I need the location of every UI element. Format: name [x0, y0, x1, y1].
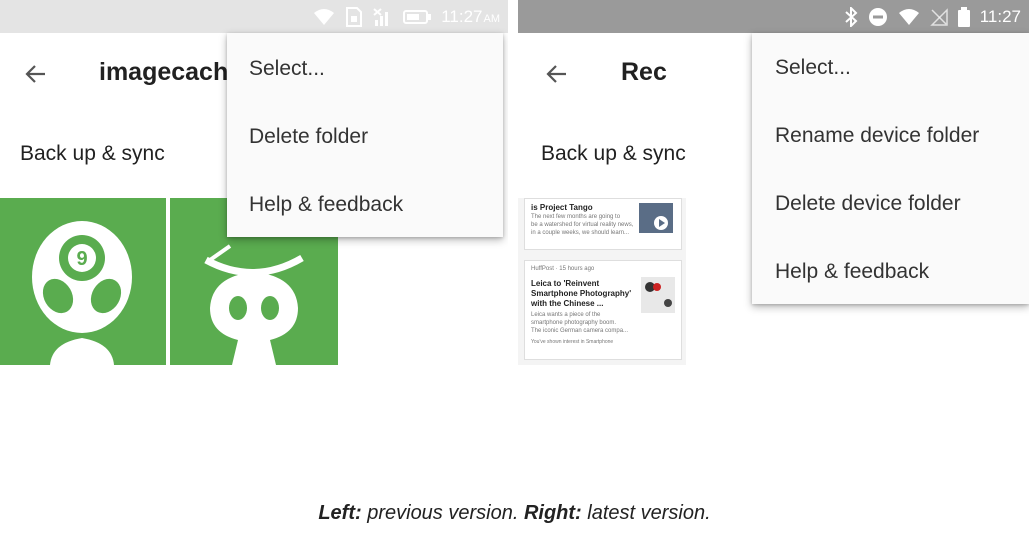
- do-not-disturb-icon: [868, 7, 888, 27]
- news-card: HuffPost · 15 hours ago Leica to 'Reinve…: [524, 260, 682, 360]
- back-arrow-icon[interactable]: [545, 62, 569, 91]
- caption-right-label: Right:: [523, 502, 582, 524]
- no-signal-icon: [373, 7, 393, 26]
- svg-text:9: 9: [76, 248, 87, 270]
- battery-icon: [957, 6, 970, 27]
- left-phone-screen: 11:27AM imagecache Back up & sync 9 Sele…: [0, 0, 508, 365]
- menu-item-help-feedback[interactable]: Help & feedback: [752, 238, 1029, 306]
- caption-left-text: previous version.: [361, 502, 524, 524]
- menu-item-delete-folder[interactable]: Delete folder: [227, 103, 503, 171]
- no-sim-icon: [929, 7, 948, 26]
- news-card: is Project Tango The next few months are…: [524, 198, 682, 250]
- screenshot-thumbnail[interactable]: is Project Tango The next few months are…: [518, 198, 686, 365]
- status-bar: 11:27AM: [0, 0, 508, 33]
- sim-card-icon: [345, 6, 363, 27]
- figure-caption: Left: previous version. Right: latest ve…: [0, 502, 1029, 525]
- overflow-menu: Select... Delete folder Help & feedback: [227, 33, 503, 237]
- back-arrow-icon[interactable]: [24, 62, 48, 91]
- folder-title: Rec: [621, 58, 667, 86]
- wifi-icon: [313, 8, 335, 26]
- menu-item-select[interactable]: Select...: [227, 35, 503, 103]
- menu-item-delete-device-folder[interactable]: Delete device folder: [752, 170, 1029, 238]
- status-time: 11:27AM: [441, 6, 501, 26]
- backup-sync-label[interactable]: Back up & sync: [20, 142, 165, 166]
- news-card-footer: You've shown interest in Smartphone: [531, 339, 614, 345]
- status-ampm: AM: [483, 12, 501, 25]
- folder-title: imagecache: [99, 58, 243, 86]
- backup-sync-label[interactable]: Back up & sync: [541, 142, 686, 166]
- wifi-icon: [898, 8, 920, 26]
- alien-sticker-image[interactable]: 9: [0, 198, 166, 365]
- caption-right-text: latest version.: [581, 502, 711, 524]
- caption-left-label: Left:: [318, 502, 362, 524]
- bluetooth-icon: [844, 6, 858, 27]
- status-bar: 11:27: [518, 0, 1029, 33]
- video-thumbnail-icon: [639, 203, 673, 235]
- news-card-line: The iconic German camera compa...: [531, 328, 629, 334]
- news-card-source: HuffPost · 15 hours ago: [531, 266, 595, 272]
- news-card-line: smartphone photography boom.: [531, 320, 617, 326]
- status-time: 11:27: [979, 6, 1021, 26]
- overflow-menu: Select... Rename device folder Delete de…: [752, 33, 1029, 304]
- camera-thumbnail-icon: [641, 277, 675, 315]
- right-phone-screen: 11:27 Rec Back up & sync is Project Tang…: [518, 0, 1029, 365]
- menu-item-help-feedback[interactable]: Help & feedback: [227, 171, 503, 239]
- menu-item-rename-device-folder[interactable]: Rename device folder: [752, 102, 1029, 170]
- menu-item-select[interactable]: Select...: [752, 34, 1029, 102]
- battery-icon: [403, 9, 432, 25]
